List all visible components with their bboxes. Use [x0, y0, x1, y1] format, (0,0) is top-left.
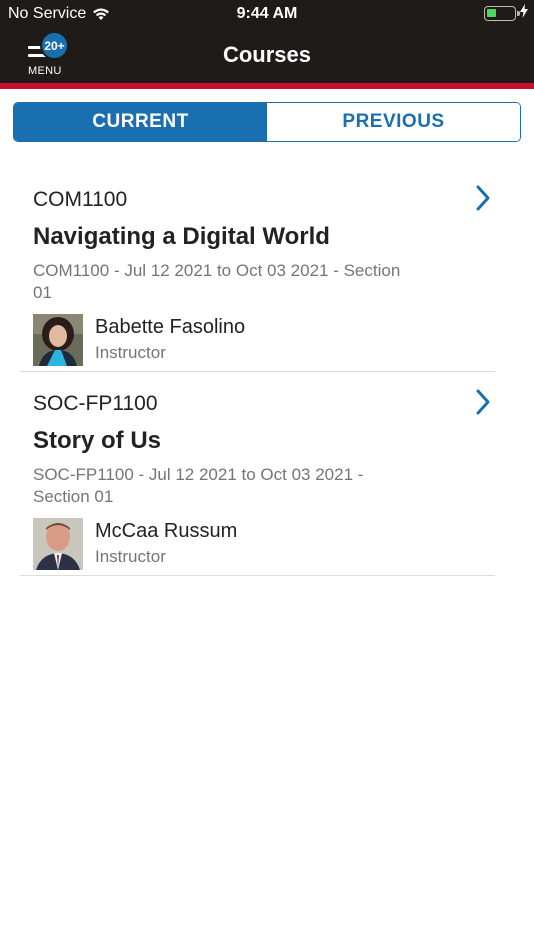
instructor-name: McCaa Russum — [95, 520, 238, 542]
course-code: SOC-FP1100 — [33, 392, 158, 415]
charging-bolt-icon — [520, 4, 528, 18]
status-bar: No Service 9:44 AM — [0, 0, 534, 28]
tab-current[interactable]: CURRENT — [14, 103, 267, 141]
status-time: 9:44 AM — [236, 5, 298, 22]
instructor-avatar — [33, 314, 83, 366]
course-meta: COM1100 - Jul 12 2021 to Oct 03 2021 - S… — [33, 261, 401, 302]
course-list-item[interactable]: SOC-FP1100 Story of Us SOC-FP1100 - Jul … — [20, 384, 495, 576]
course-title: Navigating a Digital World — [33, 223, 330, 250]
course-title: Story of Us — [33, 427, 162, 454]
tab-previous[interactable]: PREVIOUS — [267, 103, 520, 141]
brand-stripe — [0, 83, 534, 89]
course-meta: SOC-FP1100 - Jul 12 2021 to Oct 03 2021 … — [33, 465, 364, 506]
chevron-right-icon — [476, 185, 490, 211]
course-code: COM1100 — [33, 188, 128, 211]
instructor-name: Babette Fasolino — [95, 316, 246, 338]
page-title: Courses — [222, 42, 312, 67]
battery-icon — [484, 6, 520, 21]
course-list-item[interactable]: COM1100 Navigating a Digital World COM11… — [20, 180, 495, 372]
chevron-right-icon — [476, 389, 490, 415]
instructor-role: Instructor — [95, 343, 166, 362]
nav-bar: MENU 20+ Courses — [0, 28, 534, 83]
term-segmented-control: CURRENT PREVIOUS — [13, 102, 521, 142]
instructor-avatar — [33, 518, 83, 570]
instructor-role: Instructor — [95, 547, 166, 566]
